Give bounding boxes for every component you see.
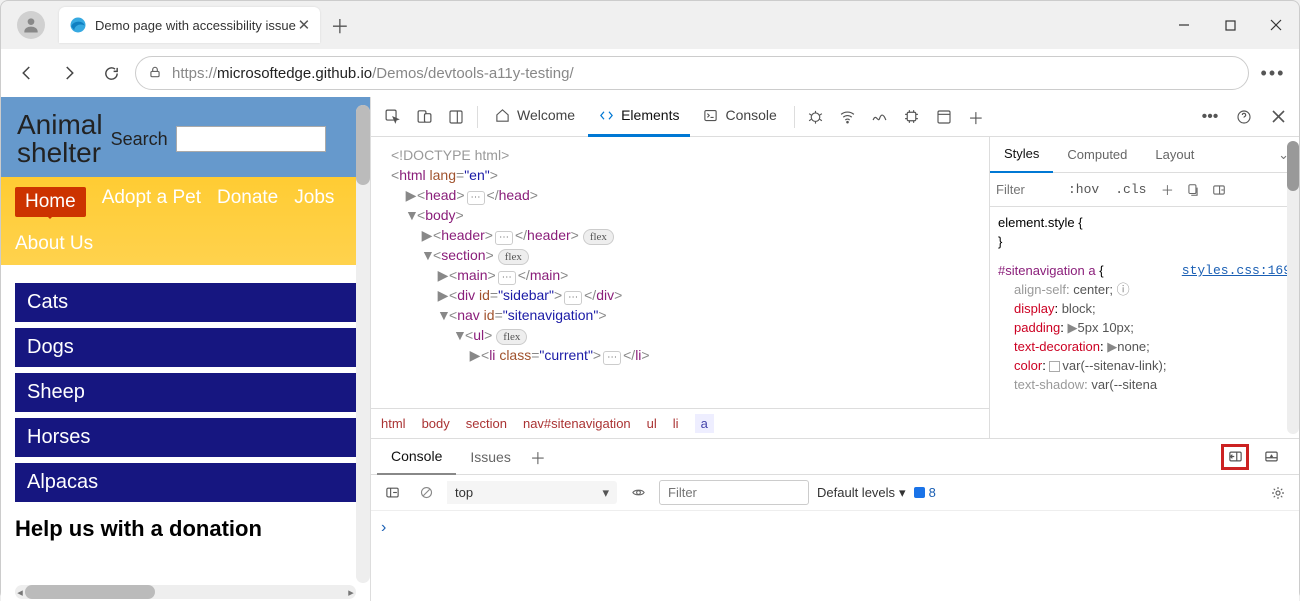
layout-tab[interactable]: Layout — [1141, 137, 1208, 173]
dom-tree[interactable]: <!DOCTYPE html> <html lang="en"> ▶<head>… — [371, 137, 989, 408]
styles-body[interactable]: element.style { } #sitenavigation a {sty… — [990, 207, 1299, 438]
back-button[interactable] — [9, 55, 45, 91]
more-tabs-icon[interactable]: ＋ — [961, 102, 991, 132]
page-sidebar: Cats Dogs Sheep Horses Alpacas Help us w… — [1, 265, 370, 560]
network-icon[interactable] — [833, 102, 863, 132]
lock-icon — [148, 65, 162, 82]
breadcrumbs[interactable]: html body section nav#sitenavigation ul … — [371, 408, 989, 438]
hov-toggle[interactable]: :hov — [1060, 182, 1107, 197]
refresh-button[interactable] — [93, 55, 129, 91]
expand-sidebar-icon[interactable] — [1221, 444, 1249, 470]
url-path: /Demos/devtools-a11y-testing/ — [372, 65, 573, 82]
search-label: Search — [111, 129, 168, 150]
styles-scrollbar[interactable] — [1287, 141, 1299, 434]
tab-elements[interactable]: Elements — [588, 97, 690, 137]
page-vertical-scrollbar[interactable] — [356, 105, 370, 583]
new-rule-icon[interactable]: ＋ — [1154, 177, 1180, 203]
side-horses[interactable]: Horses — [15, 418, 356, 457]
dock-side-icon[interactable] — [441, 102, 471, 132]
drawer-add-tab-icon[interactable]: ＋ — [525, 444, 551, 470]
close-button[interactable] — [1253, 9, 1299, 41]
window-controls — [1161, 9, 1299, 41]
tab-console[interactable]: Console — [692, 97, 787, 137]
styles-filter-input[interactable] — [990, 182, 1060, 197]
cls-toggle[interactable]: .cls — [1107, 182, 1154, 197]
url-box[interactable]: https://microsoftedge.github.io/Demos/de… — [135, 56, 1249, 90]
minimize-button[interactable] — [1161, 9, 1207, 41]
nav-about[interactable]: About Us — [15, 233, 93, 255]
log-levels-select[interactable]: Default levels ▾ — [817, 485, 906, 501]
dom-tree-pane: <!DOCTYPE html> <html lang="en"> ▶<head>… — [371, 137, 989, 438]
side-dogs[interactable]: Dogs — [15, 328, 356, 367]
live-expression-icon[interactable] — [625, 480, 651, 506]
help-icon[interactable] — [1229, 102, 1259, 132]
url-host: microsoftedge.github.io — [217, 65, 372, 82]
context-select[interactable]: top — [447, 481, 617, 504]
issues-counter[interactable]: 8 — [914, 485, 936, 500]
inspect-element-icon[interactable] — [377, 102, 407, 132]
devtools-drawer: Console Issues ＋ top Default levels ▾ 8 — [371, 438, 1299, 601]
rendered-page: Animalshelter Search Home Adopt a Pet Do… — [1, 97, 371, 601]
console-sidebar-icon[interactable] — [379, 480, 405, 506]
styles-pane: Styles Computed Layout ⌄ :hov .cls ＋ ele… — [989, 137, 1299, 438]
copy-styles-icon[interactable] — [1180, 177, 1206, 203]
bug-icon[interactable] — [801, 102, 831, 132]
console-filter-input[interactable] — [659, 480, 809, 505]
computed-tab[interactable]: Computed — [1053, 137, 1141, 173]
profile-avatar[interactable] — [17, 11, 45, 39]
styles-tab[interactable]: Styles — [990, 137, 1053, 173]
source-link[interactable]: styles.css:169 — [1182, 261, 1291, 280]
tab-welcome[interactable]: Welcome — [484, 97, 586, 137]
device-toolbar-icon[interactable] — [409, 102, 439, 132]
site-nav: Home Adopt a Pet Donate Jobs About Us — [1, 177, 370, 265]
side-sheep[interactable]: Sheep — [15, 373, 356, 412]
browser-menu-button[interactable]: ••• — [1255, 55, 1291, 91]
devtools: Welcome Elements Console ＋ ••• <!DOCTYPE… — [371, 97, 1299, 601]
toggle-panel-icon[interactable] — [1206, 177, 1232, 203]
edge-icon — [69, 16, 87, 34]
donation-heading: Help us with a donation — [15, 516, 356, 542]
forward-button[interactable] — [51, 55, 87, 91]
maximize-button[interactable] — [1207, 9, 1253, 41]
nav-home[interactable]: Home — [15, 187, 86, 217]
drawer-console-tab[interactable]: Console — [377, 439, 456, 475]
page-horizontal-scrollbar[interactable]: ◂▸ — [15, 585, 356, 599]
search-input[interactable] — [176, 126, 326, 152]
page-header: Animalshelter Search — [1, 97, 370, 177]
side-cats[interactable]: Cats — [15, 283, 356, 322]
performance-icon[interactable] — [865, 102, 895, 132]
dock-drawer-icon[interactable] — [1257, 444, 1285, 470]
nav-donate[interactable]: Donate — [217, 187, 278, 217]
close-devtools-icon[interactable] — [1263, 102, 1293, 132]
side-alpacas[interactable]: Alpacas — [15, 463, 356, 502]
url-bar-row: https://microsoftedge.github.io/Demos/de… — [1, 49, 1299, 97]
site-title: Animalshelter — [17, 111, 103, 167]
nav-adopt[interactable]: Adopt a Pet — [102, 187, 201, 217]
console-prompt: › — [381, 519, 386, 536]
drawer-issues-tab[interactable]: Issues — [456, 439, 524, 475]
console-body[interactable]: › — [371, 511, 1299, 601]
new-tab-button[interactable]: ＋ — [324, 9, 356, 41]
title-bar: Demo page with accessibility issue ✕ ＋ — [1, 1, 1299, 49]
nav-jobs[interactable]: Jobs — [294, 187, 334, 217]
devtools-menu-icon[interactable]: ••• — [1195, 102, 1225, 132]
memory-icon[interactable] — [897, 102, 927, 132]
browser-tab[interactable]: Demo page with accessibility issue ✕ — [59, 7, 320, 43]
tab-close-icon[interactable]: ✕ — [296, 17, 312, 33]
tab-title: Demo page with accessibility issue — [95, 18, 296, 33]
application-icon[interactable] — [929, 102, 959, 132]
console-settings-icon[interactable] — [1265, 480, 1291, 506]
url-scheme: https:// — [172, 65, 217, 82]
devtools-toolbar: Welcome Elements Console ＋ ••• — [371, 97, 1299, 137]
clear-console-icon[interactable] — [413, 480, 439, 506]
